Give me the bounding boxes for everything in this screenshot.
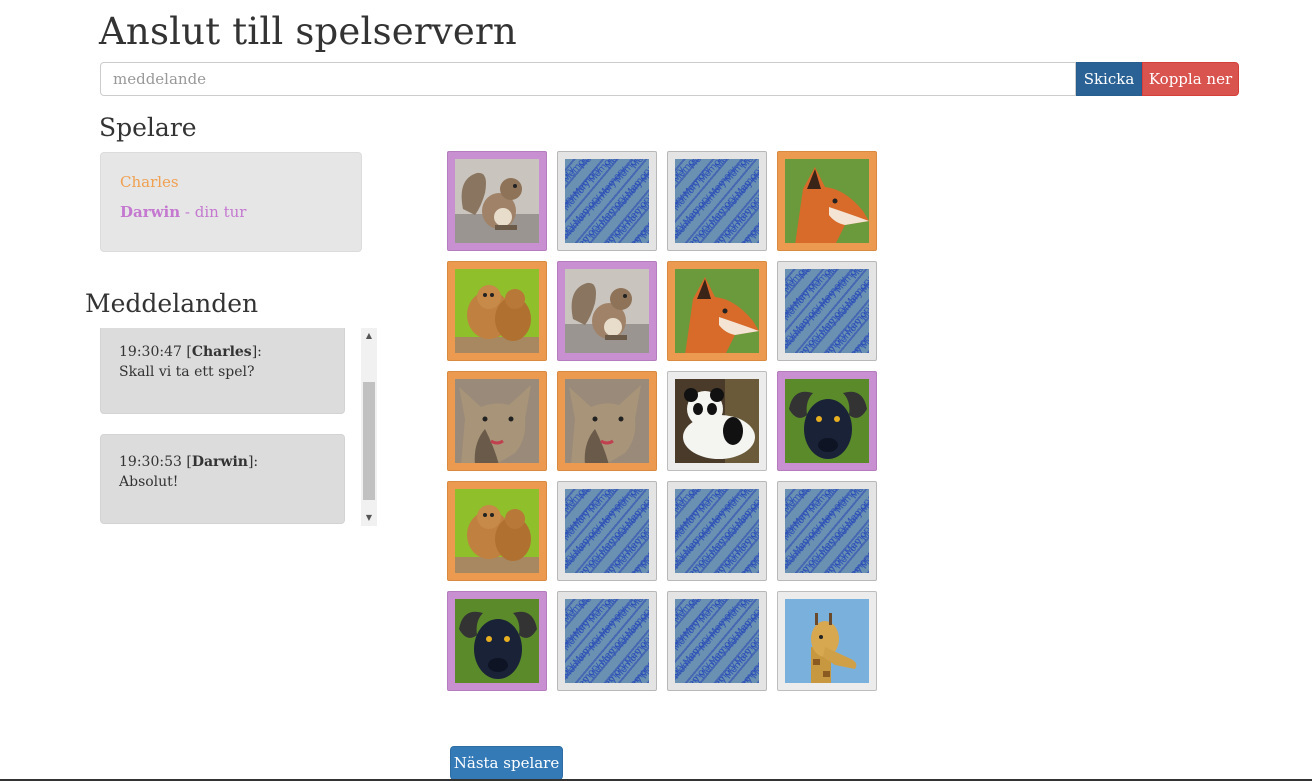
- monkey-icon: [455, 489, 539, 573]
- memory-card[interactable]: [777, 591, 877, 691]
- memory-card[interactable]: [447, 371, 547, 471]
- giraffe-icon: [785, 599, 869, 683]
- squirrel-icon: [455, 159, 539, 243]
- fox-icon: [785, 159, 869, 243]
- squirrel-icon: [565, 269, 649, 353]
- message-text: Absolut!: [119, 474, 179, 490]
- player-darwin: Darwin - din tur: [120, 203, 246, 221]
- card-back-memory-icon: Memory Memory Memory Memory Memory Memory Memo…: [675, 489, 759, 573]
- messages-scrollbar[interactable]: ▲ ▼: [361, 328, 377, 526]
- memory-card[interactable]: [667, 371, 767, 471]
- scroll-up-arrow-icon[interactable]: ▲: [361, 328, 377, 344]
- messages-heading: Meddelanden: [85, 289, 259, 318]
- player-name: Darwin: [120, 203, 181, 221]
- memory-card[interactable]: Memory Memory Memory Memory Memory Memory Memo…: [557, 151, 657, 251]
- card-back-memory-icon: Memory Memory Memory Memory Memory Memory Memo…: [785, 489, 869, 573]
- message-input[interactable]: [100, 62, 1076, 96]
- scroll-down-arrow-icon[interactable]: ▼: [361, 510, 377, 526]
- scrollbar-thumb[interactable]: [363, 382, 375, 500]
- message-author: Darwin: [191, 454, 248, 470]
- card-back-memory-icon: Memory Memory Memory Memory Memory Memory Memo…: [785, 269, 869, 353]
- memory-card[interactable]: Memory Memory Memory Memory Memory Memory Memo…: [667, 481, 767, 581]
- memory-card[interactable]: [447, 481, 547, 581]
- message-time: 19:30:53: [119, 454, 182, 470]
- card-back-memory-icon: Memory Memory Memory Memory Memory Memory Memo…: [675, 159, 759, 243]
- monkey-icon: [455, 269, 539, 353]
- card-back-memory-icon: Memory Memory Memory Memory Memory Memory Memo…: [565, 159, 649, 243]
- card-back-memory-icon: Memory Memory Memory Memory Memory Memory Memo…: [675, 599, 759, 683]
- next-player-button[interactable]: Nästa spelare: [450, 746, 563, 780]
- fox-icon: [675, 269, 759, 353]
- memory-card[interactable]: Memory Memory Memory Memory Memory Memory Memo…: [557, 481, 657, 581]
- memory-card[interactable]: [447, 151, 547, 251]
- players-heading: Spelare: [99, 113, 197, 142]
- memory-card[interactable]: Memory Memory Memory Memory Memory Memory Memo…: [777, 481, 877, 581]
- memory-card[interactable]: [557, 371, 657, 471]
- card-back-memory-icon: Memory Memory Memory Memory Memory Memory Memo…: [565, 599, 649, 683]
- memory-card[interactable]: [777, 371, 877, 471]
- player-name: Charles: [120, 173, 179, 191]
- memory-card[interactable]: Memory Memory Memory Memory Memory Memory Memo…: [777, 261, 877, 361]
- message-item: 19:30:53 [Darwin]: Absolut!: [100, 434, 345, 524]
- memory-card[interactable]: [557, 261, 657, 361]
- memory-card[interactable]: [447, 591, 547, 691]
- memory-card[interactable]: Memory Memory Memory Memory Memory Memory Memo…: [557, 591, 657, 691]
- message-item: 19:30:47 [Charles]: Skall vi ta ett spel…: [100, 328, 345, 414]
- players-panel: Charles Darwin - din tur: [100, 152, 362, 252]
- send-button[interactable]: Skicka: [1076, 62, 1142, 96]
- panda-icon: [675, 379, 759, 463]
- page-title: Anslut till spelservern: [99, 10, 517, 53]
- ram-icon: [785, 379, 869, 463]
- message-text: Skall vi ta ett spel?: [119, 364, 255, 380]
- player-status: - din tur: [180, 203, 247, 221]
- messages-list[interactable]: 19:30:47 [Charles]: Skall vi ta ett spel…: [100, 328, 377, 526]
- memory-card[interactable]: [777, 151, 877, 251]
- ram-icon: [455, 599, 539, 683]
- card-back-memory-icon: Memory Memory Memory Memory Memory Memory Memo…: [565, 489, 649, 573]
- coyote-icon: [455, 379, 539, 463]
- memory-card[interactable]: Memory Memory Memory Memory Memory Memory Memo…: [667, 151, 767, 251]
- memory-card[interactable]: [447, 261, 547, 361]
- memory-card[interactable]: [667, 261, 767, 361]
- memory-card[interactable]: Memory Memory Memory Memory Memory Memory Memo…: [667, 591, 767, 691]
- message-time: 19:30:47: [119, 344, 182, 360]
- disconnect-button[interactable]: Koppla ner: [1142, 62, 1239, 96]
- message-author: Charles: [191, 344, 252, 360]
- player-charles: Charles: [120, 173, 179, 191]
- coyote-icon: [565, 379, 649, 463]
